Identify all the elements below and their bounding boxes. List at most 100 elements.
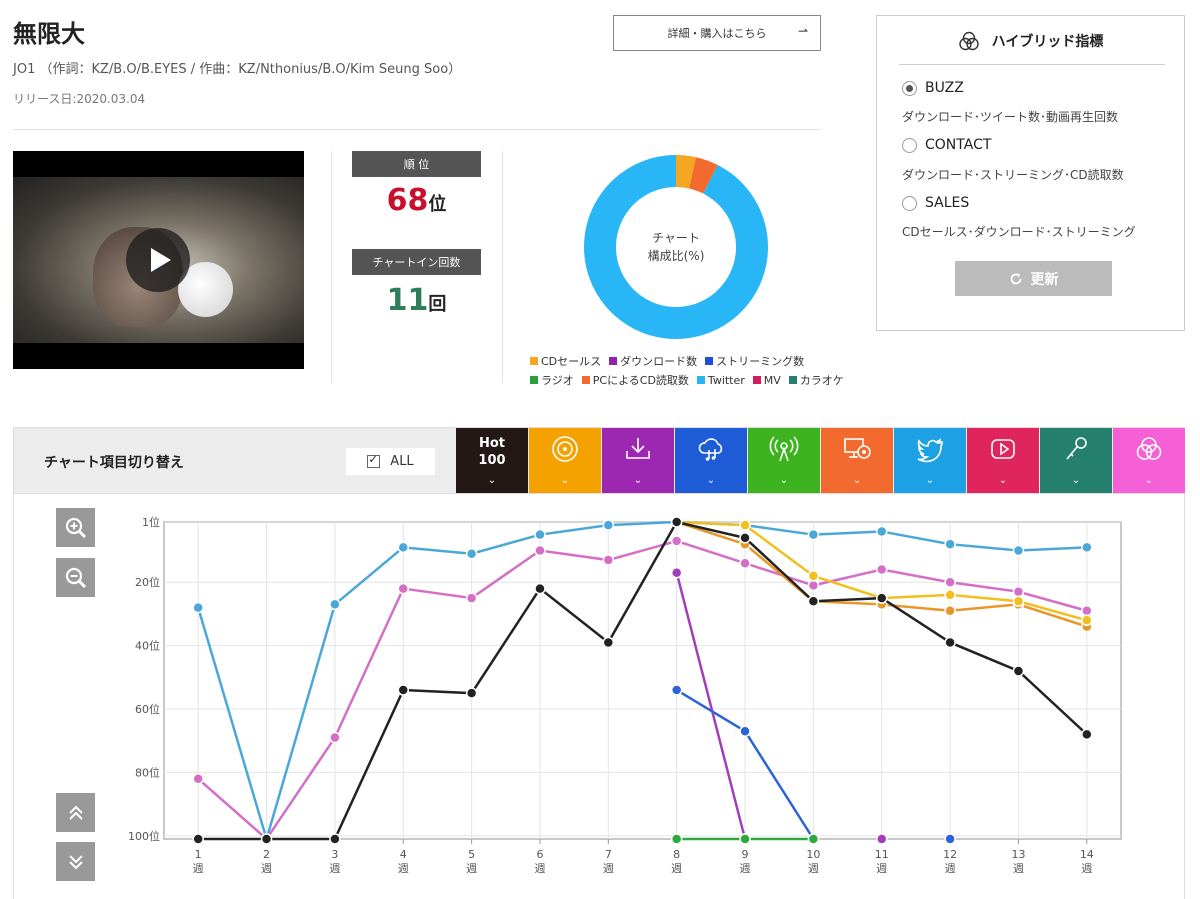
data-point[interactable]: [944, 576, 956, 588]
radio-sales[interactable]: SALES: [902, 195, 969, 211]
x-tick-label: 7: [605, 848, 612, 861]
detail-purchase-button[interactable]: 詳細・購入はこちら ⇀: [613, 15, 821, 51]
data-point[interactable]: [465, 547, 478, 560]
data-point[interactable]: [329, 833, 341, 845]
data-point[interactable]: [602, 554, 615, 566]
all-checkbox[interactable]: ALL: [346, 448, 435, 475]
data-point[interactable]: [739, 725, 751, 737]
tab-karaoke[interactable]: ⌄: [1040, 428, 1112, 493]
tab-streaming[interactable]: ⌄: [675, 428, 747, 493]
divider: [331, 151, 332, 383]
data-point[interactable]: [397, 684, 409, 696]
data-point[interactable]: [1081, 541, 1093, 554]
chartin-value: 11: [386, 283, 429, 318]
data-point[interactable]: [329, 598, 341, 611]
check-icon[interactable]: [367, 452, 381, 468]
data-point[interactable]: [739, 557, 751, 569]
data-point[interactable]: [876, 833, 888, 845]
tab-label-line2: 100: [478, 453, 506, 468]
data-point[interactable]: [944, 605, 956, 617]
radio-circle[interactable]: [902, 80, 917, 96]
data-point[interactable]: [876, 592, 888, 604]
chevron-down-icon: ⌄: [1071, 475, 1081, 486]
data-point[interactable]: [807, 833, 820, 845]
data-point[interactable]: [944, 833, 956, 845]
data-point[interactable]: [1081, 614, 1093, 627]
data-point[interactable]: [192, 833, 204, 845]
radio-desc: ダウンロード･ツイート数･動画再生回数: [902, 110, 1119, 124]
chartin-display: 11回: [352, 283, 481, 318]
data-point[interactable]: [807, 528, 820, 541]
data-point[interactable]: [876, 525, 888, 538]
legend-label: ストリーミング数: [716, 355, 805, 368]
x-tick-label: 1: [195, 848, 202, 861]
data-point[interactable]: [329, 731, 341, 744]
data-point[interactable]: [465, 592, 478, 604]
data-point[interactable]: [534, 544, 546, 557]
legend-swatch: [696, 376, 705, 384]
data-point[interactable]: [944, 538, 956, 550]
update-button[interactable]: 更新: [955, 261, 1112, 296]
tab-twitter[interactable]: ⌄: [894, 428, 966, 493]
page: 無限大 JO1 （作詞：KZ/B.O/B.EYES / 作曲：KZ/Nthoni…: [0, 0, 1200, 899]
toggle-title: チャート項目切り替え: [44, 455, 184, 471]
play-icon[interactable]: [126, 228, 190, 292]
video-player[interactable]: [13, 151, 304, 369]
tab-radio[interactable]: ⌄: [748, 428, 820, 493]
data-point[interactable]: [602, 519, 615, 531]
data-point[interactable]: [1012, 544, 1025, 557]
radio-label: BUZZ: [925, 80, 964, 96]
tab-cd-sales[interactable]: ⌄: [529, 428, 601, 493]
radio-circle[interactable]: [902, 137, 917, 153]
chevron-down-icon: ⌄: [1144, 475, 1154, 486]
radio-contact[interactable]: CONTACT: [902, 137, 991, 153]
data-point[interactable]: [192, 773, 204, 785]
x-tick-label: 13: [1011, 848, 1025, 861]
data-point[interactable]: [1081, 605, 1093, 617]
tab-hot100[interactable]: Hot 100 ⌄: [456, 428, 528, 493]
x-tick-unit: 週: [329, 862, 340, 875]
data-point[interactable]: [602, 636, 615, 649]
data-point[interactable]: [739, 532, 751, 544]
tab-label-line1: Hot: [478, 436, 505, 451]
tab-mv[interactable]: ⌄: [967, 428, 1039, 493]
radio-buzz[interactable]: BUZZ: [902, 80, 964, 96]
data-point[interactable]: [807, 570, 820, 582]
data-point[interactable]: [1012, 585, 1025, 598]
tab-hybrid[interactable]: ⌄: [1113, 428, 1185, 493]
legend-swatch: [609, 357, 618, 365]
data-point[interactable]: [944, 636, 956, 649]
data-point[interactable]: [465, 687, 478, 699]
data-point[interactable]: [807, 595, 820, 607]
data-point[interactable]: [739, 833, 751, 845]
data-point[interactable]: [739, 519, 751, 531]
data-point[interactable]: [670, 535, 683, 547]
data-point[interactable]: [397, 582, 409, 595]
legend-label: ラジオ: [541, 374, 574, 387]
data-point[interactable]: [1012, 665, 1025, 677]
legend-item: PCによるCD読取数: [581, 372, 689, 388]
radio-circle[interactable]: [902, 195, 917, 211]
chevron-down-icon: ⌄: [925, 475, 935, 486]
data-point[interactable]: [534, 582, 546, 595]
data-point[interactable]: [670, 566, 683, 579]
data-point[interactable]: [670, 833, 683, 845]
data-point[interactable]: [1081, 728, 1093, 741]
data-point[interactable]: [670, 684, 683, 696]
data-point[interactable]: [260, 833, 273, 845]
tab-pc-cd-read[interactable]: ⌄: [821, 428, 893, 493]
data-point[interactable]: [1012, 595, 1025, 607]
data-point[interactable]: [944, 589, 956, 601]
data-point[interactable]: [876, 563, 888, 576]
rank-line-chart: 1位20位40位60位80位100位1週2週3週4週5週6週7週8週9週10週1…: [128, 515, 1122, 875]
data-point[interactable]: [192, 601, 204, 614]
data-point[interactable]: [534, 528, 546, 541]
x-tick-unit: 週: [261, 862, 272, 875]
data-point[interactable]: [397, 541, 409, 554]
data-point[interactable]: [670, 516, 683, 528]
data-point[interactable]: [807, 579, 820, 592]
divider: [502, 151, 503, 383]
tab-download[interactable]: ⌄: [602, 428, 674, 493]
x-tick-unit: 週: [193, 862, 204, 875]
y-tick-label: 100位: [128, 829, 160, 843]
